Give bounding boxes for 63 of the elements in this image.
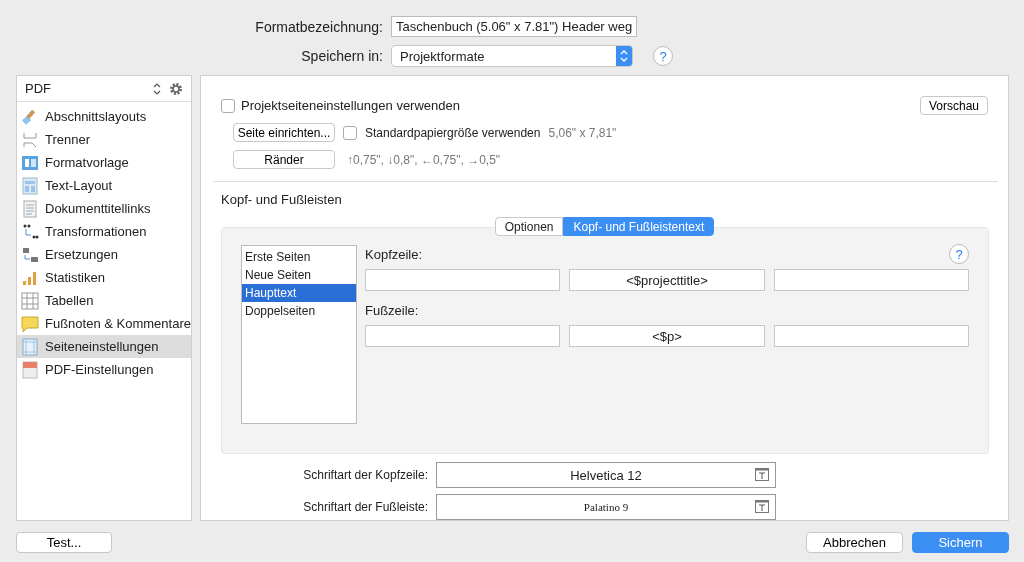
sidebar-item[interactable]: PDF-Einstellungen <box>17 358 191 381</box>
margins-text: ↑0,75", ↓0,8", ←0,75", →0,5" <box>347 152 501 167</box>
sidebar-item[interactable]: Transformationen <box>17 220 191 243</box>
paper-size: 5,06" x 7,81" <box>548 125 617 140</box>
font-panel-icon[interactable] <box>755 468 769 481</box>
list-item[interactable]: Erste Seiten <box>242 248 356 266</box>
checkbox-label: Projektseiteneinstellungen verwenden <box>241 98 460 113</box>
font-field[interactable]: Helvetica 12 <box>436 462 776 488</box>
checkbox-label: Standardpapiergröße verwenden <box>365 125 541 140</box>
settings-icon[interactable] <box>169 81 183 96</box>
test-button[interactable]: Test... <box>16 532 112 553</box>
section-icon <box>21 176 39 195</box>
footer-field[interactable] <box>365 325 561 347</box>
save-location-dropdown[interactable]: Projektformate <box>391 45 633 67</box>
sidebar-item[interactable]: Tabellen <box>17 289 191 312</box>
field-label: Kopfzeile: <box>365 246 423 262</box>
header-field[interactable]: <$projecttitle> <box>569 269 765 291</box>
field-label: Formatbezeichnung: <box>254 18 383 35</box>
preview-button[interactable]: Vorschau <box>919 96 988 115</box>
margins-button[interactable]: Ränder <box>233 150 335 169</box>
section-icon <box>21 222 39 241</box>
section-icon <box>21 314 39 333</box>
section-icon <box>21 337 39 356</box>
format-name-field[interactable]: Taschenbuch (5.06" x 7.81") Header weg <box>391 16 638 37</box>
field-label: Schriftart der Kopfzeile: <box>302 468 428 482</box>
tab[interactable]: Optionen <box>494 217 564 236</box>
section-title: Kopf- und Fußleisten <box>221 192 343 207</box>
font-field[interactable]: Palatino 9 <box>436 494 776 520</box>
section-icon <box>21 130 39 149</box>
footer-field[interactable] <box>773 325 969 347</box>
stepper-icon <box>620 50 628 62</box>
page-setup-button[interactable]: Seite einrichten... <box>233 123 335 142</box>
sidebar-item[interactable]: Text-Layout <box>17 174 191 197</box>
footer-field[interactable]: <$p> <box>569 325 765 347</box>
checkbox[interactable] <box>343 125 357 140</box>
section-icon <box>21 360 39 379</box>
font-panel-icon[interactable] <box>755 500 769 513</box>
cancel-button[interactable]: Abbrechen <box>806 532 903 553</box>
help-button[interactable]: ? <box>653 46 674 66</box>
sidebar-item[interactable]: Abschnittslayouts <box>17 105 191 128</box>
header-field[interactable] <box>365 269 561 291</box>
help-button[interactable]: ? <box>949 244 969 264</box>
sidebar-item[interactable]: Formatvorlage <box>17 151 191 174</box>
list-item[interactable]: Haupttext <box>242 284 356 302</box>
section-icon <box>21 245 39 264</box>
stepper-icon[interactable] <box>153 82 161 95</box>
sidebar-item[interactable]: Fußnoten & Kommentare <box>17 312 191 335</box>
field-label: Speichern in: <box>300 48 383 64</box>
section-icon <box>21 199 39 218</box>
field-label: Schriftart der Fußleiste: <box>302 500 428 514</box>
section-icon <box>21 291 39 310</box>
section-icon <box>21 153 39 172</box>
list-item[interactable]: Doppelseiten <box>242 302 356 320</box>
format-selector[interactable]: PDF <box>25 81 51 96</box>
sidebar-item[interactable]: Seiteneinstellungen <box>17 335 191 358</box>
field-label: Fußzeile: <box>365 303 419 318</box>
list-item[interactable]: Neue Seiten <box>242 266 356 284</box>
sidebar-item[interactable]: Dokumenttitellinks <box>17 197 191 220</box>
header-field[interactable] <box>773 269 969 291</box>
sidebar-item[interactable]: Trenner <box>17 128 191 151</box>
sidebar-item[interactable]: Ersetzungen <box>17 243 191 266</box>
sidebar-item[interactable]: Statistiken <box>17 266 191 289</box>
checkbox[interactable] <box>221 98 235 113</box>
